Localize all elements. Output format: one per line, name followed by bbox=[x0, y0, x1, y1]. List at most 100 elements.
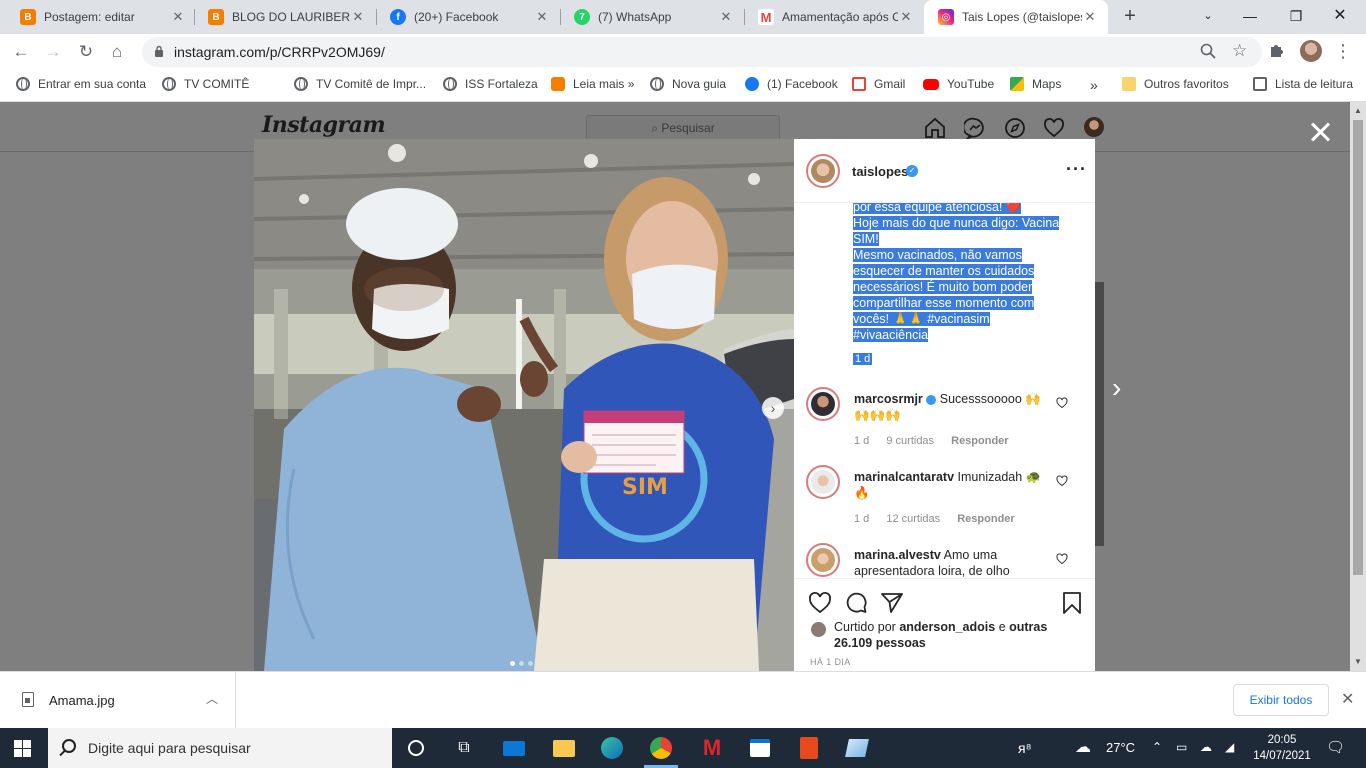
profile-avatar[interactable] bbox=[1300, 40, 1322, 62]
address-bar[interactable]: instagram.com/p/CRRPv2OMJ69/ ☆ bbox=[142, 37, 1262, 67]
chevron-up-icon[interactable]: ⌃ bbox=[1152, 740, 1162, 754]
chevron-up-icon[interactable]: ︿ bbox=[206, 690, 218, 707]
close-tab-icon[interactable]: ✕ bbox=[534, 9, 550, 25]
reply-button[interactable]: Responder bbox=[951, 435, 1008, 447]
bookmark-facebook[interactable]: (1) Facebook bbox=[745, 77, 838, 91]
new-tab-button[interactable]: + bbox=[1118, 5, 1142, 29]
task-view-icon[interactable]: ⧉ bbox=[450, 734, 478, 762]
weather-temperature[interactable]: 27°C bbox=[1106, 740, 1135, 755]
commenter-avatar[interactable] bbox=[806, 543, 840, 577]
bookmark-nova-guia[interactable]: Nova guia bbox=[650, 77, 726, 91]
commenter-avatar[interactable] bbox=[806, 387, 840, 421]
bookmark-tv-comite[interactable]: TV COMITÊ bbox=[162, 77, 249, 91]
reply-button[interactable]: Responder bbox=[957, 513, 1014, 525]
commenter-avatar[interactable] bbox=[806, 465, 840, 499]
tab-instagram-active[interactable]: ◎ Tais Lopes (@taislopes ✕ bbox=[924, 0, 1108, 34]
store-icon[interactable] bbox=[746, 734, 774, 762]
commenter-username[interactable]: marina.alvestv bbox=[854, 548, 941, 562]
profile-avatar[interactable] bbox=[1084, 117, 1104, 137]
mail-icon[interactable] bbox=[500, 734, 528, 762]
reload-button[interactable]: ↻ bbox=[74, 40, 98, 64]
like-heart-icon[interactable] bbox=[808, 591, 832, 615]
scrollbar-thumb[interactable] bbox=[1353, 120, 1363, 575]
bookmark-lista-de-leitura[interactable]: Lista de leitura bbox=[1253, 77, 1353, 91]
windows-start-icon[interactable] bbox=[14, 740, 31, 757]
chrome-icon[interactable] bbox=[647, 734, 675, 762]
page-scrollbar[interactable]: ▲ ▼ bbox=[1350, 102, 1366, 671]
tab-amamentacao[interactable]: M Amamentação após Co ✕ bbox=[744, 0, 924, 34]
home-icon[interactable]: ⌂ bbox=[105, 40, 129, 64]
close-tab-icon[interactable]: ✕ bbox=[898, 9, 914, 25]
close-tab-icon[interactable]: ✕ bbox=[170, 9, 186, 25]
forward-button[interactable]: → bbox=[41, 40, 65, 64]
tab-facebook[interactable]: f (20+) Facebook ✕ bbox=[376, 0, 560, 34]
messenger-icon[interactable] bbox=[964, 117, 986, 139]
weather-cloud-icon[interactable]: ☁ bbox=[1075, 737, 1091, 757]
extensions-icon[interactable] bbox=[1268, 42, 1284, 58]
edge-icon[interactable] bbox=[598, 734, 626, 762]
restore-button[interactable]: ❐ bbox=[1284, 4, 1308, 28]
taskbar-search-input[interactable]: Digite aqui para pesquisar bbox=[48, 728, 392, 768]
close-modal-button[interactable] bbox=[1308, 120, 1332, 144]
commenter-username[interactable]: marinalcantaratv bbox=[854, 470, 954, 484]
minimize-button[interactable]: — bbox=[1238, 4, 1262, 28]
post-photo[interactable]: SIM › bbox=[254, 139, 794, 671]
save-bookmark-icon[interactable] bbox=[1060, 591, 1084, 615]
like-comment-heart-icon[interactable] bbox=[1056, 553, 1068, 565]
bookmark-tv-comite-impr[interactable]: TV Comitê de Impr... bbox=[294, 77, 426, 91]
onedrive-cloud-icon[interactable]: ☁ bbox=[1200, 740, 1212, 754]
explore-compass-icon[interactable] bbox=[1004, 117, 1026, 139]
activity-heart-icon[interactable] bbox=[1043, 117, 1065, 139]
people-icon[interactable]: ᴙ⁸ bbox=[1018, 740, 1032, 756]
bookmark-iss-fortaleza[interactable]: ISS Fortaleza bbox=[443, 77, 538, 91]
commenter-username[interactable]: marcosrmjr bbox=[854, 392, 923, 406]
close-tab-icon[interactable]: ✕ bbox=[1082, 9, 1098, 25]
close-download-bar-icon[interactable]: ✕ bbox=[1341, 689, 1354, 709]
close-window-button[interactable]: ✕ bbox=[1328, 4, 1352, 28]
author-username[interactable]: taislopes bbox=[852, 164, 908, 179]
tab-blog-lauriberto[interactable]: B BLOG DO LAURIBERTO ✕ bbox=[194, 0, 376, 34]
next-post-arrow-icon[interactable]: › bbox=[1112, 372, 1121, 404]
liker-username[interactable]: anderson_adois bbox=[899, 620, 995, 634]
comment-bubble-icon[interactable] bbox=[844, 591, 868, 615]
carousel-next-button[interactable]: › bbox=[762, 397, 784, 419]
scroll-up-icon[interactable]: ▲ bbox=[1354, 106, 1362, 115]
taskbar-clock[interactable]: 20:05 14/07/2021 bbox=[1252, 732, 1312, 764]
mcafee-icon[interactable]: M bbox=[698, 734, 726, 762]
like-comment-heart-icon[interactable] bbox=[1056, 475, 1068, 487]
wifi-icon[interactable]: ◢ bbox=[1225, 740, 1234, 754]
liker-avatar[interactable] bbox=[810, 621, 827, 638]
bookmark-star-icon[interactable]: ☆ bbox=[1232, 41, 1247, 61]
post-options-icon[interactable]: ··· bbox=[1066, 159, 1087, 180]
office-icon[interactable] bbox=[795, 734, 823, 762]
download-item[interactable]: Amama.jpg ︿ bbox=[0, 672, 236, 728]
author-avatar[interactable] bbox=[806, 154, 840, 188]
zoom-icon[interactable] bbox=[1200, 43, 1216, 59]
scroll-down-icon[interactable]: ▼ bbox=[1354, 657, 1362, 666]
battery-icon[interactable]: ▭ bbox=[1176, 740, 1187, 754]
search-input[interactable]: ⌕ Pesquisar bbox=[586, 115, 780, 141]
file-explorer-icon[interactable] bbox=[550, 734, 578, 762]
bookmark-gmail[interactable]: Gmail bbox=[852, 77, 905, 91]
comments-list[interactable]: por essa equipe atenciosa! ❤️ Hoje mais … bbox=[794, 203, 1095, 579]
bookmark-entrar[interactable]: Entrar em sua conta bbox=[16, 77, 146, 91]
like-comment-heart-icon[interactable] bbox=[1056, 397, 1068, 409]
notes-app-icon[interactable] bbox=[843, 734, 871, 762]
browser-menu-icon[interactable]: ⋮ bbox=[1334, 40, 1352, 62]
close-tab-icon[interactable]: ✕ bbox=[718, 9, 734, 25]
show-all-downloads-button[interactable]: Exibir todos bbox=[1233, 684, 1329, 716]
bookmarks-overflow-button[interactable]: » bbox=[1090, 77, 1098, 93]
home-icon[interactable] bbox=[924, 117, 946, 139]
instagram-logo[interactable]: Instagram bbox=[262, 112, 386, 138]
tab-postagem-editar[interactable]: B Postagem: editar ✕ bbox=[6, 0, 196, 34]
notifications-icon[interactable]: 🗨 bbox=[1326, 738, 1345, 756]
close-tab-icon[interactable]: ✕ bbox=[350, 9, 366, 25]
cortana-icon[interactable] bbox=[402, 734, 430, 762]
tab-whatsapp[interactable]: 7 (7) WhatsApp ✕ bbox=[560, 0, 744, 34]
bookmark-outros-favoritos[interactable]: Outros favoritos bbox=[1122, 77, 1229, 91]
back-button[interactable]: ← bbox=[9, 40, 33, 64]
share-paper-plane-icon[interactable] bbox=[880, 591, 904, 615]
bookmark-youtube[interactable]: YouTube bbox=[923, 77, 994, 91]
bookmark-leia-mais[interactable]: Leia mais » bbox=[551, 77, 634, 91]
bookmark-maps[interactable]: Maps bbox=[1010, 77, 1061, 91]
